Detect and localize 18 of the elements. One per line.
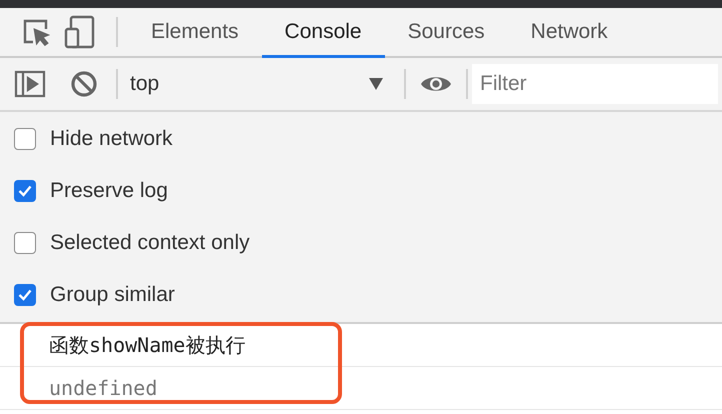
log-message: 函数showName被执行 xyxy=(0,324,722,367)
dropdown-caret-icon xyxy=(368,77,384,91)
panel-tab[interactable]: Elements xyxy=(128,8,262,58)
checkbox[interactable] xyxy=(14,232,36,254)
result-message: undefined xyxy=(0,367,722,410)
checkbox-label: Preserve log xyxy=(50,179,168,203)
checkbox-label: Group similar xyxy=(50,283,175,307)
context-select[interactable]: top xyxy=(124,66,394,102)
checkbox-label: Selected context only xyxy=(50,231,250,255)
panel-tab[interactable]: Network xyxy=(508,8,631,58)
panel-tab[interactable]: Sources xyxy=(384,8,508,58)
checkmark-icon xyxy=(18,185,32,197)
checkbox[interactable] xyxy=(14,128,36,150)
checkmark-icon xyxy=(18,289,32,301)
checkbox[interactable] xyxy=(14,284,36,306)
checkbox-label: Hide network xyxy=(50,127,173,151)
filter-field[interactable]: Filter xyxy=(472,64,718,104)
checkbox[interactable] xyxy=(14,180,36,202)
